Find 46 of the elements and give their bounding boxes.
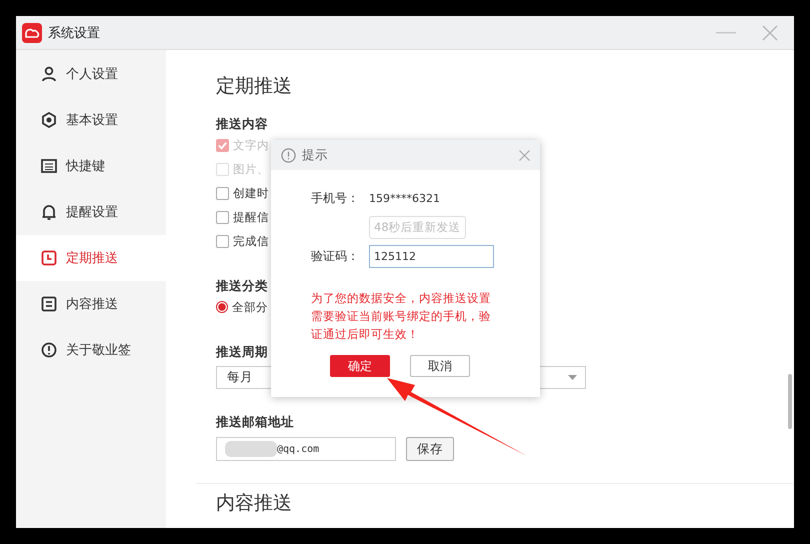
checkbox-option[interactable]: 完成信 [216,229,269,253]
checkbox[interactable] [216,210,229,224]
clock-icon [41,250,57,266]
section-heading: 内容推送 [216,492,292,514]
checkbox[interactable] [216,234,229,248]
section-title: 推送分类 [216,277,268,295]
field-label: 验证码： [311,248,355,265]
confirm-button[interactable]: 确定 [330,355,390,377]
phone-number: 159****6321 [369,192,440,205]
sidebar-item[interactable]: 内容推送 [16,281,166,327]
sidebar-item[interactable]: 快捷键 [16,143,166,189]
warning-message: 为了您的数据安全，内容推送设置需要验证当前账号绑定的手机，验证通过后即可生效！ [311,290,492,343]
cloud-logo-icon [22,22,42,42]
section-title: 推送邮箱地址 [216,413,294,431]
blurred-text [225,441,277,457]
close-icon[interactable] [519,150,530,160]
person-icon [41,66,57,82]
page-heading: 定期推送 [216,74,293,98]
checkbox[interactable] [216,186,229,200]
sidebar-item[interactable]: 关于敬业签 [16,327,166,373]
radio-option[interactable]: 全部分 [216,295,268,319]
cancel-button[interactable]: 取消 [410,355,470,377]
sidebar-item[interactable]: 基本设置 [16,97,166,143]
checkbox-option[interactable]: 创建时 [216,181,269,205]
field-label: 手机号： [311,190,355,207]
minimize-icon[interactable] [716,32,736,34]
close-icon[interactable] [762,24,778,40]
email-field[interactable]: @qq.com [216,437,396,461]
info-icon [41,342,57,358]
bell-icon [41,204,57,220]
window-title: 系统设置 [48,24,100,42]
section-title: 推送内容 [216,115,268,133]
dialog-title: 提示 [302,146,328,164]
sidebar-item[interactable]: 定期推送 [16,235,166,281]
sidebar-item[interactable]: 个人设置 [16,51,166,97]
document-icon [41,296,57,312]
hexagon-icon [41,112,57,128]
section-title: 推送周期 [216,343,268,361]
sidebar-item[interactable]: 提醒设置 [16,189,166,235]
caret-icon [568,375,577,380]
code-input[interactable]: 125112 [369,245,494,268]
checkbox-option[interactable]: 提醒信 [216,205,269,229]
scrollbar-thumb[interactable] [788,374,792,429]
radio-button[interactable] [216,301,228,313]
save-button[interactable]: 保存 [406,437,454,461]
info-icon [281,148,296,162]
